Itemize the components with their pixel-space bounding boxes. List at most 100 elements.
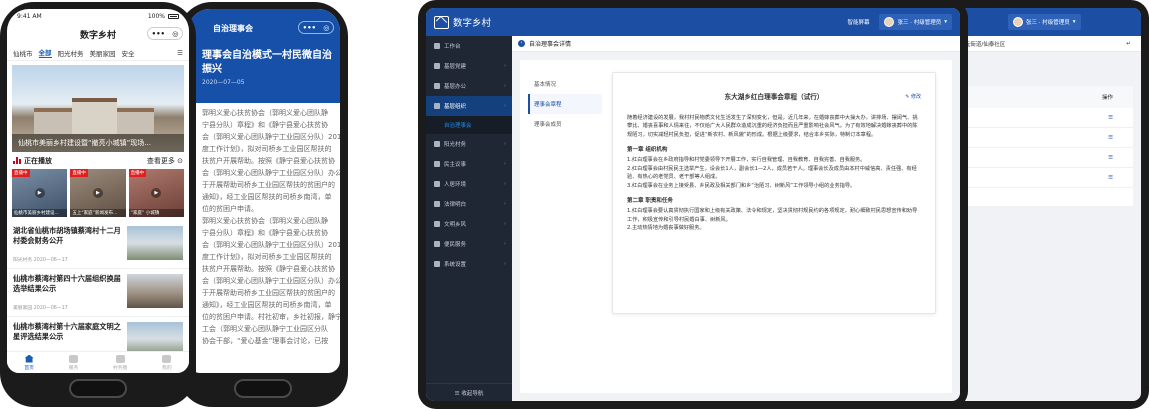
back-icon[interactable]: ‹: [518, 40, 525, 47]
bottom-nav-item[interactable]: 首页: [24, 354, 34, 371]
table-row: 园☰: [950, 168, 1133, 188]
article-line: 会（郭明义爱心团队静宁工业园区分队）办公室关: [202, 169, 340, 177]
live-video-card[interactable]: 直播中 ▶ 仙桃市美丽乡村建设...: [12, 169, 68, 217]
chevron-right-icon: ›: [504, 83, 506, 89]
list-icon[interactable]: ☰: [177, 49, 183, 57]
list-action-icon[interactable]: ☰: [1108, 155, 1113, 161]
desktop-icon: [434, 43, 440, 49]
sidebar-item[interactable]: 系统设置 ›: [426, 254, 512, 274]
home-logo-icon: [434, 15, 449, 29]
sub-nav-item[interactable]: 理事会成员: [528, 114, 602, 134]
news-item[interactable]: 仙桃市蔡湾村第四十六届组织换届选举结果公示 美丽家园 2020—06—17: [7, 269, 189, 317]
caret-down-icon: ▾: [1072, 19, 1076, 25]
sidebar-item[interactable]: 法律明白 ›: [426, 194, 512, 214]
live-badge: 直播中: [12, 169, 30, 177]
bottom-navigation: 首页 服务 村务圈 我的: [7, 351, 189, 373]
view-more-link[interactable]: 查看更多 ⊙: [147, 156, 183, 166]
chevron-right-icon: ›: [504, 201, 506, 207]
tab-item[interactable]: 仙桃市: [13, 48, 33, 58]
article-line: 度工作计划》，拟对司桥乡工业园区帮扶的: [202, 145, 332, 153]
live-video-card[interactable]: 直播中 ▶ “家庭” 小城镇: [128, 169, 184, 217]
back-phone-home-button[interactable]: [234, 379, 292, 398]
web-topbar: 数字乡村 智能屏幕 张三 · 村级管理员 ▾: [426, 8, 960, 36]
document-icon: [434, 141, 440, 147]
sidebar-item[interactable]: 基层组织 ›: [426, 96, 512, 116]
sidebar-item-label: 系统设置: [444, 262, 467, 268]
sidebar-item-label: 基层办公: [444, 84, 467, 90]
article-line: 宁县分队）章程》和《静宁县爱心扶贫协: [202, 121, 328, 129]
play-icon[interactable]: ▶: [92, 188, 103, 198]
charter-document: 东大湖乡红白理事会章程（试行） ✎ 修改 随着经济建设的发展，我村村民物质文化生…: [612, 72, 936, 314]
breadcrumb: ‹ 自治理事会详情: [512, 36, 960, 52]
sidebar-item[interactable]: 基层党建 ›: [426, 56, 512, 76]
user-name: 张三 · 村级管理员: [897, 20, 942, 26]
sidebar-item[interactable]: 基层办公 ›: [426, 76, 512, 96]
battery-icon: [168, 13, 179, 19]
community-icon: [115, 354, 125, 363]
news-item[interactable]: 湖北省仙桃市胡场镇蔡湾村十二月村委会财务公开 阳光村务 2020—06—17: [7, 221, 189, 269]
play-icon[interactable]: ▶: [151, 188, 162, 198]
detail-sub-nav: 基本情况 理事会章程 理事会成员: [528, 74, 602, 134]
user-menu[interactable]: 张三 · 村级管理员 ▾: [879, 14, 952, 30]
bottom-nav-item[interactable]: 服务: [69, 354, 78, 371]
live-bars-icon: [13, 157, 21, 164]
sub-nav-item[interactable]: 理事会章程: [528, 94, 602, 114]
sidebar-item-label: 基层党建: [444, 64, 467, 70]
article-line: 郭明义爱心扶贫协会（郭明义爱心团队静: [202, 109, 328, 117]
sidebar-item[interactable]: 民主议事 ›: [426, 154, 512, 174]
gear-icon: [434, 261, 440, 267]
chevron-right-icon: ›: [504, 141, 506, 147]
sidebar-item[interactable]: 阳光村务 ›: [426, 134, 512, 154]
more-icon[interactable]: •••: [152, 30, 165, 38]
live-video-card[interactable]: 直播中 ▶ 五上“家庭”新闻发布...: [70, 169, 126, 217]
tab-item[interactable]: 安全: [122, 48, 135, 58]
article-body: 郭明义爱心扶贫协会（郭明义爱心团队静 宁县分队）章程》和《静宁县爱心扶贫协会（郭明…: [188, 103, 340, 347]
chevron-right-icon: ›: [504, 261, 506, 267]
sidebar-item[interactable]: 工作台: [426, 36, 512, 56]
secondary-user-menu[interactable]: 张三 · 村级管理员 ▾: [1008, 14, 1081, 30]
sub-nav-item[interactable]: 基本情况: [528, 74, 602, 94]
play-icon[interactable]: ▶: [34, 188, 45, 198]
tab-item[interactable]: 阳光村务: [58, 48, 84, 58]
sidebar-item-label: 人居环境: [444, 182, 467, 188]
chevron-right-icon: ›: [504, 161, 506, 167]
chapter-line: 1.红白理事会要认真贯彻执行国家和上级有关政策、法令和规定，坚决贯彻村规民约的各…: [627, 207, 918, 223]
web-admin-screen: 数字乡村 智能屏幕 张三 · 村级管理员 ▾ 工作台 基层党建 › 基层办公 › 基层组织…: [426, 8, 960, 401]
collapse-nav-button[interactable]: ☰ 收起导航: [426, 383, 512, 401]
tab-item[interactable]: 全部: [38, 47, 52, 58]
tab-item[interactable]: 美丽家园: [90, 48, 116, 58]
flag-icon: [434, 63, 440, 69]
avatar: [884, 17, 895, 27]
enter-icon[interactable]: ↵: [1126, 41, 1131, 47]
list-action-icon[interactable]: ☰: [1108, 115, 1113, 121]
more-icon[interactable]: •••: [303, 24, 316, 32]
hero-banner[interactable]: 仙桃市美丽乡村建设暨“撤亮小城镇”现场...: [12, 65, 184, 152]
bottom-nav-item[interactable]: 我的: [162, 354, 172, 371]
back-phone-header: 自治理事会 ••• ◎: [188, 9, 340, 47]
mini-program-capsule[interactable]: ••• ◎: [147, 27, 183, 40]
service-icon: [434, 241, 440, 247]
scale-icon: [434, 201, 440, 207]
sidebar-subitem[interactable]: 自治理事会: [426, 116, 512, 134]
secondary-web-screen: 张三 · 村级管理员 ▾ 区/仙元街道/仙泰社区 ↵ 人 操作 镇☰康☰青☰园☰: [950, 8, 1141, 401]
secondary-topbar: 张三 · 村级管理员 ▾: [950, 8, 1141, 36]
chapter-line: 3.红白理事会在业务上接受县、乡民政及相关部门和乡“治陋习、树新风”工作领导小组…: [627, 182, 856, 189]
news-title: 仙桃市蔡湾村第四十六届组织换届选举结果公示: [13, 274, 121, 293]
back-phone-capsule[interactable]: ••• ◎: [298, 21, 334, 34]
bottom-nav-item[interactable]: 村务圈: [113, 354, 127, 371]
list-action-icon[interactable]: ☰: [1108, 175, 1113, 181]
table-row: 镇☰: [950, 108, 1133, 128]
sidebar-item[interactable]: 便民服务 ›: [426, 234, 512, 254]
sidebar-item[interactable]: 文明乡风 ›: [426, 214, 512, 234]
article-line: 通知》，经工业园区帮扶的司桥乡南湾，单: [202, 193, 332, 201]
secondary-location-bar: 区/仙元街道/仙泰社区 ↵: [950, 36, 1141, 52]
front-phone-home-button[interactable]: [69, 379, 127, 398]
close-circle-icon[interactable]: ◎: [323, 24, 329, 32]
web-logo[interactable]: 数字乡村: [434, 15, 491, 29]
sidebar-item[interactable]: 人居环境 ›: [426, 174, 512, 194]
list-action-icon[interactable]: ☰: [1108, 135, 1113, 141]
edit-button[interactable]: ✎ 修改: [905, 93, 921, 102]
smart-screen-link[interactable]: 智能屏幕: [847, 18, 869, 26]
close-circle-icon[interactable]: ◎: [172, 30, 178, 38]
battery-percent: 100%: [147, 12, 165, 20]
